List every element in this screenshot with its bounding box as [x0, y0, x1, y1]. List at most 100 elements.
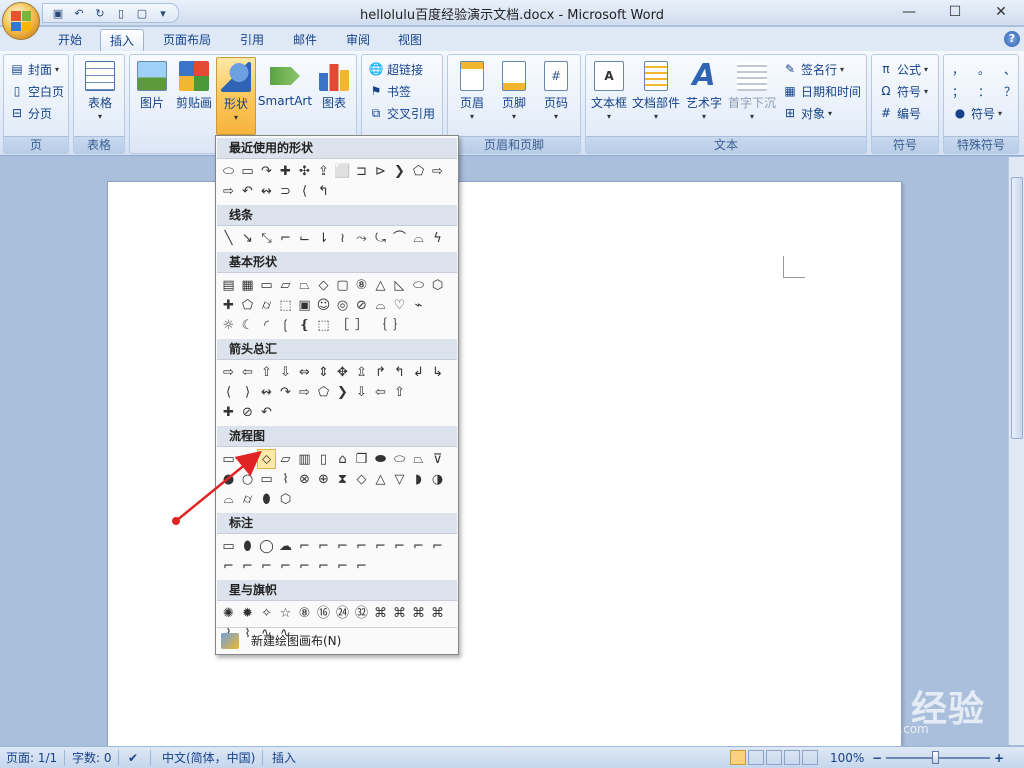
shape-flowchart-icon[interactable]: ◗ — [409, 469, 428, 489]
table-button[interactable]: 表格 ▾ — [82, 61, 118, 121]
shape-flowchart-icon[interactable]: ○ — [238, 469, 257, 489]
shape-basic-icon[interactable]: ⌭ — [257, 295, 276, 315]
shape-basic-icon[interactable]: ⬚ — [276, 295, 295, 315]
shape-basic-icon[interactable]: ▤ — [219, 275, 238, 295]
shape-recent-icon[interactable]: ↷ — [257, 161, 276, 181]
shape-callouts-icon[interactable]: ◯ — [257, 536, 276, 556]
shape-flowchart-icon[interactable]: ⌇ — [276, 469, 295, 489]
chart-button[interactable]: 图表 — [316, 61, 352, 111]
shape-arrows-icon[interactable]: ⇦ — [238, 362, 257, 382]
shape-flowchart-icon[interactable]: ▯ — [314, 449, 333, 469]
shape-basic-icon[interactable]: ［ — [333, 315, 352, 335]
shape-basic-icon[interactable]: ☾ — [238, 315, 257, 335]
shape-recent-icon[interactable]: ⊃ — [276, 181, 295, 201]
shape-basic-icon[interactable]: ⬭ — [409, 275, 428, 295]
shape-flowchart-icon[interactable]: △ — [371, 469, 390, 489]
shape-flowchart-icon[interactable]: ◑ — [428, 469, 447, 489]
shape-stars-icon[interactable]: ⌘ — [371, 603, 390, 623]
shape-arrows-icon[interactable]: ⊘ — [238, 402, 257, 422]
shape-arrows-icon[interactable]: ↶ — [257, 402, 276, 422]
shape-lines-icon[interactable]: ⤳ — [352, 228, 371, 248]
shape-flowchart-icon[interactable]: ▽ — [390, 469, 409, 489]
footer-button[interactable]: 页脚 ▾ — [494, 61, 534, 121]
shape-arrows-icon[interactable]: ⇨ — [219, 362, 238, 382]
special-char[interactable]: ； — [952, 83, 964, 100]
shape-arrows-icon[interactable]: ↲ — [409, 362, 428, 382]
shape-lines-icon[interactable]: ⌙ — [295, 228, 314, 248]
shape-callouts-icon[interactable]: ⌐ — [409, 536, 428, 556]
hyperlink-button[interactable]: 🌐 超链接 — [368, 59, 424, 79]
shape-basic-icon[interactable]: ◺ — [390, 275, 409, 295]
cross-reference-button[interactable]: ⧉ 交叉引用 — [368, 103, 435, 123]
drop-cap-button[interactable]: 首字下沉 ▾ — [726, 61, 778, 121]
shape-lines-icon[interactable]: ⤡ — [257, 228, 276, 248]
shape-basic-icon[interactable]: ❴ — [295, 315, 314, 335]
new-drawing-canvas-item[interactable]: 新建绘图画布(N) — [217, 627, 457, 653]
shape-basic-icon[interactable]: ⬚ — [314, 315, 333, 335]
vertical-scrollbar[interactable] — [1008, 157, 1024, 745]
wordart-button[interactable]: A 艺术字 ▾ — [682, 61, 726, 122]
shape-arrows-icon[interactable]: ⇦ — [371, 382, 390, 402]
draft-icon[interactable] — [802, 750, 818, 765]
shape-recent-icon[interactable]: ↶ — [238, 181, 257, 201]
shape-flowchart-icon[interactable]: ⌭ — [238, 489, 257, 509]
shape-basic-icon[interactable]: ▣ — [295, 295, 314, 315]
shape-basic-icon[interactable]: ｝ — [390, 315, 409, 335]
shape-basic-icon[interactable]: ◇ — [314, 275, 333, 295]
shape-flowchart-icon[interactable]: ⬭ — [238, 449, 257, 469]
shape-arrows-icon[interactable]: ⟨ — [219, 382, 238, 402]
shape-callouts-icon[interactable]: ⌐ — [333, 556, 352, 576]
shape-arrows-icon[interactable]: ⇧ — [390, 382, 409, 402]
shape-stars-icon[interactable]: ✧ — [257, 603, 276, 623]
shape-recent-icon[interactable]: ⬭ — [219, 161, 238, 181]
shape-stars-icon[interactable]: ✺ — [219, 603, 238, 623]
shape-callouts-icon[interactable]: ⌐ — [314, 536, 333, 556]
shape-stars-icon[interactable]: ⑯ — [314, 603, 333, 623]
shape-basic-icon[interactable]: ◎ — [333, 295, 352, 315]
shape-stars-icon[interactable]: ⌘ — [409, 603, 428, 623]
shape-callouts-icon[interactable]: ⌐ — [295, 556, 314, 576]
date-time-button[interactable]: ▦ 日期和时间 — [782, 81, 861, 101]
shape-flowchart-icon[interactable]: ⊽ — [428, 449, 447, 469]
quick-parts-button[interactable]: 文档部件 ▾ — [630, 61, 682, 121]
office-button[interactable] — [2, 2, 40, 40]
shape-basic-icon[interactable]: ⌓ — [371, 295, 390, 315]
shape-flowchart-icon[interactable]: ⬮ — [257, 489, 276, 509]
shape-callouts-icon[interactable]: ⌐ — [238, 556, 257, 576]
shape-recent-icon[interactable]: ✚ — [276, 161, 295, 181]
signature-line-button[interactable]: ✎ 签名行 ▾ — [782, 59, 844, 79]
shape-arrows-icon[interactable]: ✥ — [333, 362, 352, 382]
clipart-button[interactable]: 剪贴画 — [172, 61, 216, 111]
shape-basic-icon[interactable]: ☺ — [314, 295, 333, 315]
shape-arrows-icon[interactable]: ❯ — [333, 382, 352, 402]
shape-flowchart-icon[interactable]: ⬬ — [371, 449, 390, 469]
shape-callouts-icon[interactable]: ⌐ — [333, 536, 352, 556]
shape-recent-icon[interactable]: ▭ — [238, 161, 257, 181]
maximize-button[interactable]: ☐ — [932, 0, 978, 24]
page-number-button[interactable]: # 页码 ▾ — [536, 61, 576, 121]
shape-basic-icon[interactable]: ◜ — [257, 315, 276, 335]
shape-recent-icon[interactable]: ⊳ — [371, 161, 390, 181]
shape-arrows-icon[interactable]: ⇫ — [352, 362, 371, 382]
shape-recent-icon[interactable]: ✣ — [295, 161, 314, 181]
shape-callouts-icon[interactable]: ⌐ — [428, 536, 447, 556]
shape-lines-icon[interactable]: ϟ — [428, 228, 447, 248]
proofing-icon[interactable]: ✔ — [128, 750, 138, 766]
shape-flowchart-icon[interactable]: ⬭ — [390, 449, 409, 469]
object-button[interactable]: ⊞ 对象 ▾ — [782, 103, 832, 123]
shape-flowchart-icon[interactable]: ⊗ — [295, 469, 314, 489]
shape-recent-icon[interactable]: ⇨ — [428, 161, 447, 181]
shape-arrows-icon[interactable]: ↭ — [257, 382, 276, 402]
shape-basic-icon[interactable]: ✚ — [219, 295, 238, 315]
help-icon[interactable]: ? — [1004, 31, 1020, 47]
shape-stars-icon[interactable]: ☆ — [276, 603, 295, 623]
tab-mailings[interactable]: 邮件 — [285, 29, 325, 51]
shape-callouts-icon[interactable]: ⌐ — [219, 556, 238, 576]
shape-callouts-icon[interactable]: ☁ — [276, 536, 295, 556]
shape-stars-icon[interactable]: ✹ — [238, 603, 257, 623]
shape-recent-icon[interactable]: ⊐ — [352, 161, 371, 181]
scrollbar-thumb[interactable] — [1011, 177, 1023, 439]
shape-lines-icon[interactable]: ╲ — [219, 228, 238, 248]
shape-arrows-icon[interactable]: ⇔ — [295, 362, 314, 382]
shape-callouts-icon[interactable]: ⌐ — [390, 536, 409, 556]
